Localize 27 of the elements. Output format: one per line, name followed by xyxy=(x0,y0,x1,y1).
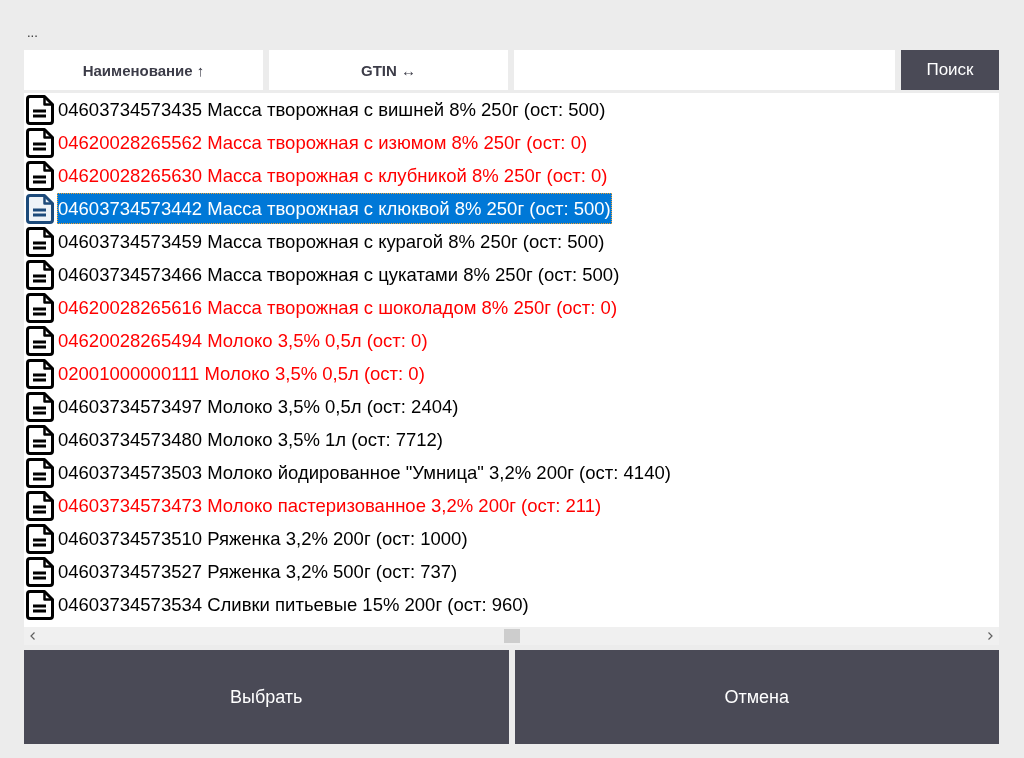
sort-column-header[interactable]: GTIN ↔ xyxy=(269,50,508,90)
product-list-item[interactable]: 04603734573442 Масса творожная с клюквой 8% 250г (ост: 500) xyxy=(57,193,612,224)
product-list-item[interactable]: 04603734573480 Молоко 3,5% 1л (ост: 7712) xyxy=(57,424,444,455)
search-button[interactable]: Поиск xyxy=(901,50,999,90)
document-icon xyxy=(24,192,56,225)
scrollbar-thumb[interactable] xyxy=(503,629,520,643)
window-title: ... xyxy=(27,28,38,42)
product-list-item[interactable]: 04603734573503 Молоко йодированное "Умница" 3,2% 200г (ост: 4140) xyxy=(57,457,672,488)
scroll-left-icon[interactable] xyxy=(30,632,35,640)
product-list-item[interactable]: 04603734573466 Масса творожная с цукатами 8% 250г (ост: 500) xyxy=(57,259,621,290)
product-list-item[interactable]: 04603734573534 Сливки питьевые 15% 200г (ост: 960) xyxy=(57,589,530,620)
sort-column-header[interactable]: Наименование ↑ xyxy=(24,50,263,90)
product-list-item[interactable]: 04620028265616 Масса творожная с шоколадом 8% 250г (ост: 0) xyxy=(57,292,619,323)
product-list-item[interactable]: 04603734573527 Ряженка 3,2% 500г (ост: 737) xyxy=(57,556,459,587)
product-list-item[interactable]: 04603734573497 Молоко 3,5% 0,5л (ост: 2404) xyxy=(57,391,460,422)
product-list-item[interactable]: 04603734573459 Масса творожная с курагой 8% 250г (ост: 500) xyxy=(57,226,606,257)
product-list-item[interactable]: 04603734573435 Масса творожная с вишней 8% 250г (ост: 500) xyxy=(57,94,607,125)
horizontal-scrollbar[interactable] xyxy=(24,627,999,645)
dialog-button[interactable]: Выбрать xyxy=(24,650,509,744)
dialog-button[interactable]: Отмена xyxy=(514,650,999,744)
scroll-right-icon[interactable] xyxy=(988,632,993,640)
product-list-item[interactable]: 04603734573473 Молоко пастеризованное 3,2% 200г (ост: 211) xyxy=(57,490,603,521)
product-list-item[interactable]: 04603734573510 Ряженка 3,2% 200г (ост: 1000) xyxy=(57,523,469,554)
product-list-item[interactable]: 04620028265630 Масса творожная с клубникой 8% 250г (ост: 0) xyxy=(57,160,609,191)
product-list-item[interactable]: 02001000000111 Молоко 3,5% 0,5л (ост: 0) xyxy=(57,358,426,389)
product-list-item[interactable]: 04620028265562 Масса творожная с изюмом 8% 250г (ост: 0) xyxy=(57,127,589,158)
product-list-item[interactable]: 04620028265494 Молоко 3,5% 0,5л (ост: 0) xyxy=(57,325,429,356)
